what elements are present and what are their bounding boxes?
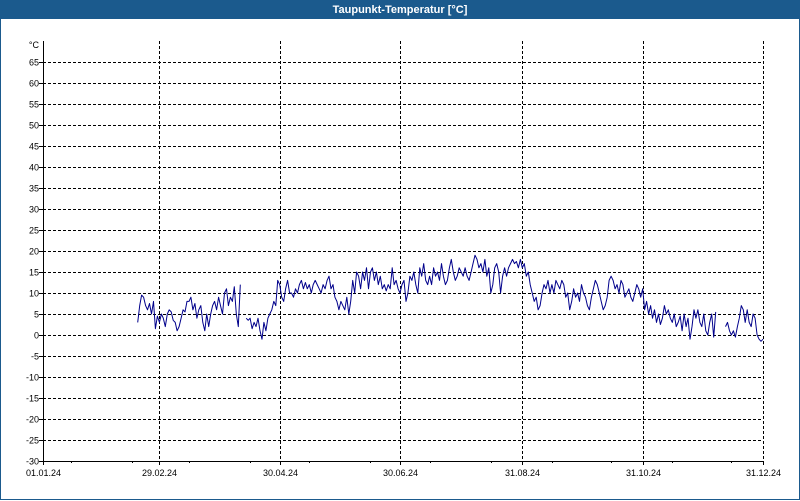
y-tick-label: 30	[29, 205, 39, 215]
y-tick-label: 5	[34, 310, 39, 320]
y-tick-label: -25	[26, 436, 39, 446]
x-tick-label: 31.12.24	[746, 468, 781, 478]
y-tick-label: 50	[29, 121, 39, 131]
y-tick-label: 35	[29, 184, 39, 194]
x-tick-label: 30.04.24	[263, 468, 298, 478]
chart-window: Taupunkt-Temperatur [°C] 65 60 55 50 45 40 35 3…	[0, 0, 800, 500]
x-tick-label: 29.02.24	[142, 468, 177, 478]
dewpoint-series-line	[245, 254, 717, 340]
y-tick-label: 15	[29, 268, 39, 278]
y-tick-label: -10	[26, 373, 39, 383]
y-tick-label: 60	[29, 79, 39, 89]
y-tick-label: 0	[34, 331, 39, 341]
x-tick-label: 31.10.24	[626, 468, 661, 478]
y-tick-label: -5	[31, 352, 39, 362]
dewpoint-series-line	[137, 284, 241, 332]
series-lines	[137, 254, 764, 342]
y-tick-label: 45	[29, 142, 39, 152]
y-tick-label: 40	[29, 163, 39, 173]
y-tick-label: 25	[29, 226, 39, 236]
y-tick-label: 65	[29, 58, 39, 68]
y-tick-label: 20	[29, 247, 39, 257]
y-tick-label: -15	[26, 394, 39, 404]
y-tick-label: -30	[26, 457, 39, 467]
x-tick-label: 30.06.24	[383, 468, 418, 478]
x-tick-label: 01.01.24	[26, 468, 61, 478]
tick-labels: 65605550454035302520151050-5-10-15-20-25…	[26, 40, 781, 478]
y-tick-label: 55	[29, 100, 39, 110]
grid	[43, 41, 764, 462]
y-tick-label: -20	[26, 415, 39, 425]
y-axis-unit: °C	[29, 40, 40, 50]
x-tick-label: 31.08.24	[505, 468, 540, 478]
dewpoint-line-chart: 65605550454035302520151050-5-10-15-20-25…	[26, 40, 781, 478]
y-tick-label: 10	[29, 289, 39, 299]
